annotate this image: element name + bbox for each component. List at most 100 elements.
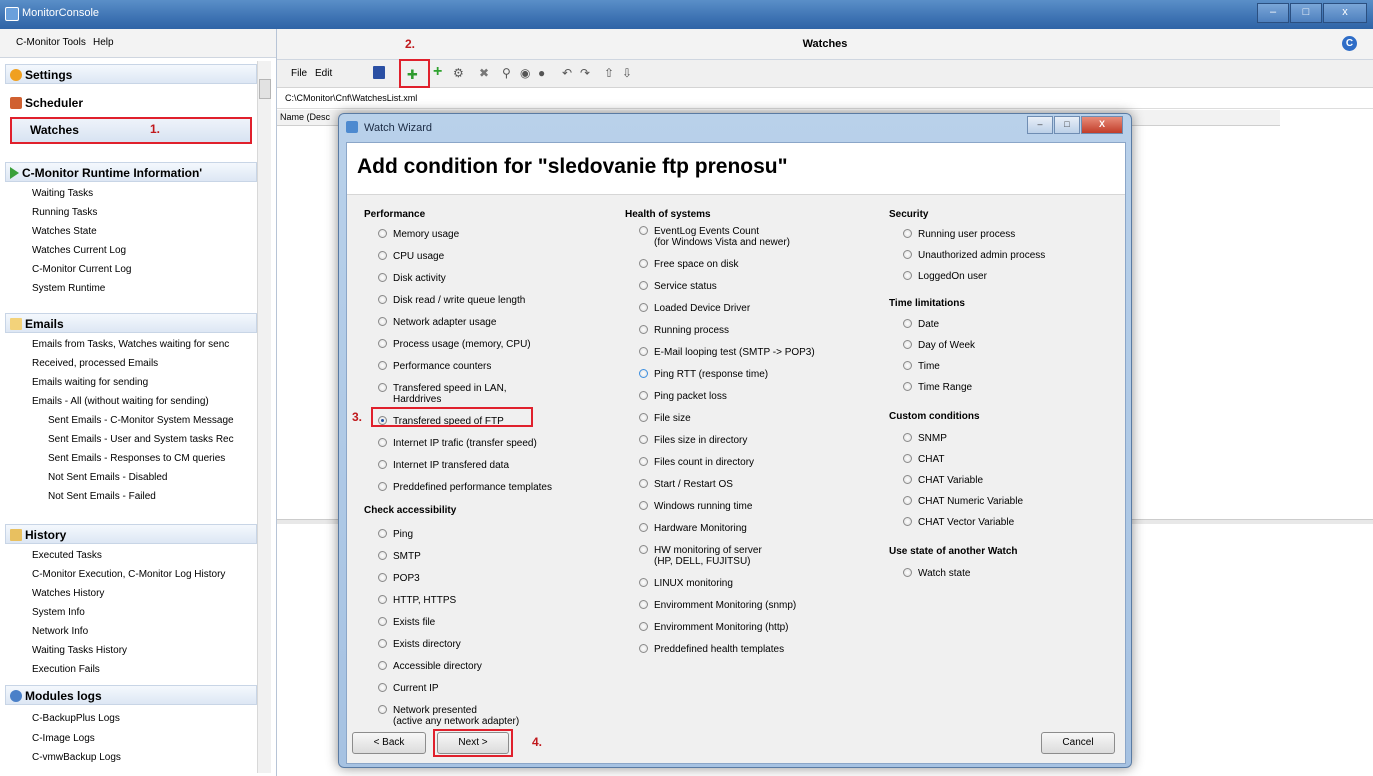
- runtime-item-2[interactable]: Watches State: [32, 226, 97, 237]
- undo-icon[interactable]: ↶: [562, 66, 572, 80]
- maximize-button[interactable]: □: [1290, 3, 1322, 23]
- emails-item-1[interactable]: Received, processed Emails: [32, 358, 158, 369]
- radio-button-icon[interactable]: [378, 295, 387, 304]
- runtime-header[interactable]: C-Monitor Runtime Information': [5, 162, 257, 182]
- radio-button-icon[interactable]: [639, 413, 648, 422]
- delete-icon[interactable]: ✖: [479, 66, 489, 80]
- radio-button-icon[interactable]: [639, 523, 648, 532]
- radio-button-icon[interactable]: [639, 325, 648, 334]
- radio-button-icon[interactable]: [903, 319, 912, 328]
- modules-item-0[interactable]: C-BackupPlus Logs: [32, 713, 120, 724]
- radio-button-icon[interactable]: [639, 369, 648, 378]
- radio-button-icon[interactable]: [378, 317, 387, 326]
- stop-icon[interactable]: ◉: [520, 66, 530, 80]
- dialog-close-button[interactable]: X: [1081, 116, 1123, 134]
- history-item-6[interactable]: Execution Fails: [32, 664, 100, 675]
- emails-subitem-4[interactable]: Not Sent Emails - Failed: [48, 491, 156, 502]
- radio-button-icon[interactable]: [378, 551, 387, 560]
- radio-button-icon[interactable]: [378, 273, 387, 282]
- radio-button-icon[interactable]: [378, 617, 387, 626]
- add-icon[interactable]: +: [433, 63, 442, 81]
- menu-cmonitor-tools[interactable]: C-Monitor Tools: [16, 37, 86, 48]
- modules-item-2[interactable]: C-vmwBackup Logs: [32, 752, 121, 763]
- radio-button-icon[interactable]: [378, 705, 387, 714]
- radio-button-icon[interactable]: [378, 482, 387, 491]
- scrollbar-thumb[interactable]: [259, 79, 271, 99]
- radio-button-icon[interactable]: [639, 281, 648, 290]
- emails-subitem-0[interactable]: Sent Emails - C-Monitor System Message: [48, 415, 234, 426]
- left-scrollbar[interactable]: [257, 61, 271, 773]
- menu-edit[interactable]: Edit: [315, 68, 332, 79]
- radio-button-icon[interactable]: [903, 229, 912, 238]
- radio-button-icon[interactable]: [639, 457, 648, 466]
- up-icon[interactable]: ⇧: [604, 66, 614, 80]
- back-button[interactable]: < Back: [352, 732, 426, 754]
- radio-button-icon[interactable]: [903, 454, 912, 463]
- radio-button-icon[interactable]: [639, 226, 648, 235]
- runtime-item-4[interactable]: C-Monitor Current Log: [32, 264, 131, 275]
- radio-button-icon[interactable]: [903, 568, 912, 577]
- radio-button-icon[interactable]: [639, 578, 648, 587]
- settings-header[interactable]: Settings: [5, 64, 257, 84]
- radio-button-icon[interactable]: [639, 391, 648, 400]
- radio-button-icon[interactable]: [903, 433, 912, 442]
- radio-button-icon[interactable]: [639, 622, 648, 631]
- redo-icon[interactable]: ↷: [580, 66, 590, 80]
- radio-button-icon[interactable]: [378, 573, 387, 582]
- history-item-1[interactable]: C-Monitor Execution, C-Monitor Log Histo…: [32, 569, 225, 580]
- minimize-button[interactable]: –: [1257, 3, 1289, 23]
- radio-button-icon[interactable]: [378, 683, 387, 692]
- modules-header[interactable]: Modules logs: [5, 685, 257, 705]
- emails-item-0[interactable]: Emails from Tasks, Watches waiting for s…: [32, 339, 229, 350]
- runtime-item-1[interactable]: Running Tasks: [32, 207, 97, 218]
- radio-button-icon[interactable]: [378, 639, 387, 648]
- record-icon[interactable]: ●: [538, 66, 545, 80]
- modules-item-1[interactable]: C-Image Logs: [32, 733, 95, 744]
- radio-button-icon[interactable]: [639, 545, 648, 554]
- radio-button-icon[interactable]: [378, 460, 387, 469]
- radio-button-icon[interactable]: [639, 303, 648, 312]
- emails-subitem-1[interactable]: Sent Emails - User and System tasks Rec: [48, 434, 234, 445]
- close-button[interactable]: x: [1323, 3, 1367, 23]
- radio-button-icon[interactable]: [903, 340, 912, 349]
- radio-button-icon[interactable]: [378, 661, 387, 670]
- radio-button-icon[interactable]: [378, 383, 387, 392]
- radio-button-icon[interactable]: [378, 251, 387, 260]
- history-item-5[interactable]: Waiting Tasks History: [32, 645, 127, 656]
- menu-file[interactable]: File: [291, 68, 307, 79]
- emails-item-2[interactable]: Emails waiting for sending: [32, 377, 148, 388]
- radio-button-icon[interactable]: [378, 361, 387, 370]
- next-button[interactable]: Next >: [437, 732, 509, 754]
- search-icon[interactable]: ⚲: [502, 66, 511, 80]
- history-item-4[interactable]: Network Info: [32, 626, 88, 637]
- radio-button-icon[interactable]: [378, 529, 387, 538]
- radio-button-icon[interactable]: [378, 438, 387, 447]
- dialog-minimize-button[interactable]: –: [1027, 116, 1053, 134]
- history-item-0[interactable]: Executed Tasks: [32, 550, 102, 561]
- runtime-item-3[interactable]: Watches Current Log: [32, 245, 126, 256]
- radio-button-icon[interactable]: [378, 339, 387, 348]
- watches-item[interactable]: Watches: [10, 117, 252, 144]
- grid-column-name[interactable]: Name (Desc: [277, 112, 330, 122]
- cancel-button[interactable]: Cancel: [1041, 732, 1115, 754]
- down-icon[interactable]: ⇩: [622, 66, 632, 80]
- radio-button-icon[interactable]: [639, 435, 648, 444]
- history-item-2[interactable]: Watches History: [32, 588, 104, 599]
- dialog-maximize-button[interactable]: □: [1054, 116, 1080, 134]
- history-item-3[interactable]: System Info: [32, 607, 85, 618]
- emails-subitem-3[interactable]: Not Sent Emails - Disabled: [48, 472, 168, 483]
- radio-button-icon[interactable]: [903, 517, 912, 526]
- radio-button-icon[interactable]: [639, 501, 648, 510]
- emails-header[interactable]: Emails: [5, 313, 257, 333]
- new-watch-button[interactable]: ✚: [399, 59, 430, 88]
- runtime-item-5[interactable]: System Runtime: [32, 283, 105, 294]
- save-icon[interactable]: [373, 66, 385, 79]
- emails-item-3[interactable]: Emails - All (without waiting for sendin…: [32, 396, 209, 407]
- radio-button-icon[interactable]: [639, 600, 648, 609]
- radio-button-icon[interactable]: [903, 382, 912, 391]
- radio-button-icon[interactable]: [903, 361, 912, 370]
- radio-button-icon[interactable]: [639, 347, 648, 356]
- emails-subitem-2[interactable]: Sent Emails - Responses to CM queries: [48, 453, 225, 464]
- radio-button-icon[interactable]: [903, 475, 912, 484]
- radio-button-icon[interactable]: [639, 479, 648, 488]
